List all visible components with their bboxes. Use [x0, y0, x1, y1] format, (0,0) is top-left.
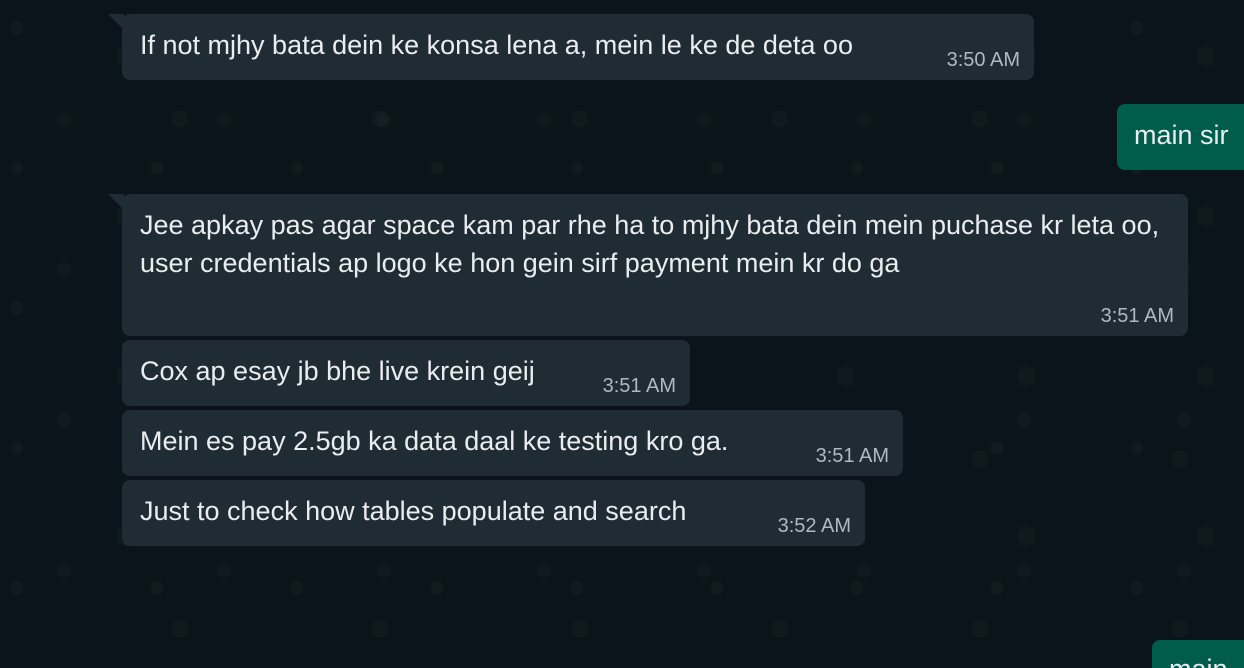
incoming-message-bubble[interactable]: Mein es pay 2.5gb ka data daal ke testin…: [122, 410, 903, 476]
bubble-tail: [108, 14, 124, 30]
message-text: If not mjhy bata dein ke konsa lena a, m…: [140, 30, 853, 60]
message-text: main: [1169, 650, 1228, 668]
incoming-message-bubble[interactable]: Cox ap esay jb bhe live krein geij 3:51 …: [122, 340, 690, 406]
chat-message-area: If not mjhy bata dein ke konsa lena a, m…: [0, 0, 1244, 668]
incoming-message-bubble[interactable]: Jee apkay pas agar space kam par rhe ha …: [108, 194, 1188, 336]
message-timestamp: 3:51 AM: [1100, 305, 1174, 327]
message-text: main sir: [1134, 120, 1229, 150]
message-timestamp: 3:51 AM: [815, 445, 889, 467]
outgoing-message-bubble[interactable]: main: [1152, 640, 1244, 668]
message-timestamp: 3:50 AM: [946, 49, 1020, 71]
bubble-tail: [108, 194, 124, 210]
message-text: Mein es pay 2.5gb ka data daal ke testin…: [140, 426, 729, 456]
message-text: Just to check how tables populate and se…: [140, 496, 687, 526]
message-timestamp: 3:51 AM: [602, 375, 676, 397]
outgoing-message-bubble[interactable]: main sir: [1117, 104, 1244, 170]
message-text: Jee apkay pas agar space kam par rhe ha …: [140, 210, 1160, 278]
message-text: Cox ap esay jb bhe live krein geij: [140, 356, 535, 386]
incoming-message-bubble[interactable]: If not mjhy bata dein ke konsa lena a, m…: [108, 14, 1034, 80]
message-timestamp: 3:52 AM: [777, 515, 851, 537]
incoming-message-bubble[interactable]: Just to check how tables populate and se…: [122, 480, 865, 546]
